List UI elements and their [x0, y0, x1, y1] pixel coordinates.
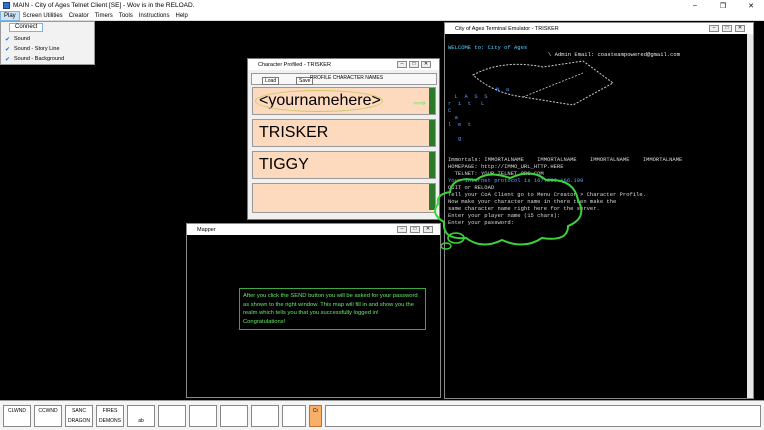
menu-instructions[interactable]: Instructions	[136, 11, 173, 21]
macro-button-10[interactable]	[282, 405, 306, 427]
close-icon[interactable]: ✕	[421, 61, 431, 68]
immortals-line: Immortals: IMMORTALNAME IMMORTALNAME IMM…	[448, 156, 682, 163]
slot-name: TIGGY	[259, 156, 309, 174]
macro-button-1[interactable]: CLWND	[3, 405, 31, 427]
thought-cloud	[428, 170, 590, 252]
sound-story-menu-item[interactable]: ✔ Sound - Story Line	[1, 44, 95, 54]
close-button[interactable]: ✕	[738, 0, 764, 11]
play-dropdown: Connect ✔ Sound ✔ Sound - Story Line ✔ S…	[0, 21, 95, 65]
character-slot-3[interactable]: TIGGY	[252, 151, 436, 179]
menu-play[interactable]: Play	[0, 11, 20, 21]
macro-button-6[interactable]	[158, 405, 186, 427]
welcome-line: WELCOME to: City of Ages	[448, 44, 527, 51]
close-icon[interactable]: ✕	[423, 226, 433, 233]
macro-button-2[interactable]: CCWND	[34, 405, 62, 427]
character-toolstrip: Load Save PROFILE CHARACTER NAMES	[251, 73, 437, 85]
macro-button-9[interactable]	[251, 405, 279, 427]
macro-button-3[interactable]: SANC DRAGON	[65, 405, 93, 427]
mapper-note: After you click the SEND button you will…	[239, 288, 426, 330]
command-input[interactable]	[325, 405, 761, 427]
maximize-icon[interactable]: □	[410, 226, 420, 233]
close-icon[interactable]: ✕	[735, 25, 745, 32]
macro-top-label: SANC	[72, 408, 86, 414]
arrow-right-icon: ⟹	[413, 98, 426, 109]
menu-tools[interactable]: Tools	[116, 11, 136, 21]
maximize-icon[interactable]: □	[722, 25, 732, 32]
macro-button-5[interactable]: ab	[127, 405, 155, 427]
minimize-icon[interactable]: –	[709, 25, 719, 32]
macro-top-label: Cr	[313, 408, 318, 414]
macro-button-4[interactable]: FIRES DEMONS	[96, 405, 124, 427]
maximize-icon[interactable]: □	[409, 61, 419, 68]
terminal-window-titlebar: City of Ages Terminal Emulator - TRISKER…	[445, 23, 753, 34]
admin-line: \ Admin Email: coasteampowered@gmail.com	[448, 51, 680, 58]
macro-bottom-label: DEMONS	[99, 418, 121, 424]
minimize-icon[interactable]: –	[397, 226, 407, 233]
menu-help[interactable]: Help	[173, 11, 191, 21]
macro-top-label: CLWND	[8, 408, 26, 414]
macro-button-8[interactable]	[220, 405, 248, 427]
macro-top-label: FIRES	[103, 408, 118, 414]
sound-label: Sound	[14, 36, 30, 42]
ascii-letters: N a L A S S r i t L C a l e t g	[448, 86, 509, 142]
app-icon	[3, 2, 10, 9]
checkmark-icon: ✔	[1, 56, 14, 63]
sound-menu-item[interactable]: ✔ Sound	[1, 34, 95, 44]
character-slot-4[interactable]	[252, 183, 436, 213]
profile-names-label: PROFILE CHARACTER NAMES	[310, 75, 383, 81]
character-slot-1[interactable]: <yournamehere> ⟹	[252, 87, 436, 115]
slot-name: TRISKER	[259, 124, 328, 142]
macro-button-cr[interactable]: Cr	[309, 405, 322, 427]
slot-scroll[interactable]	[429, 88, 435, 114]
load-button[interactable]: Load	[262, 77, 279, 85]
character-window-title: Character Profiled - TRISKER	[258, 62, 331, 68]
minimize-icon[interactable]: –	[397, 61, 407, 68]
checkmark-icon: ✔	[1, 46, 14, 53]
macro-button-7[interactable]	[189, 405, 217, 427]
terminal-scrollbar[interactable]	[747, 34, 753, 398]
macro-top-label: CCWND	[38, 408, 57, 414]
character-profile-window: Character Profiled - TRISKER – □ ✕ Load …	[247, 58, 440, 220]
connect-menu-item[interactable]: Connect	[9, 23, 43, 32]
minimize-button[interactable]: –	[682, 0, 708, 11]
app-titlebar: MAIN - City of Ages Telnet Client [SE] -…	[0, 0, 764, 11]
menu-timers[interactable]: Timers	[92, 11, 116, 21]
macro-bottom-label: ab	[138, 418, 144, 424]
mapper-window: Mapper – □ ✕ After you click the SEND bu…	[186, 223, 441, 398]
macro-bar: CLWND CCWND SANC DRAGON FIRES DEMONS ab Cr	[0, 400, 764, 430]
sound-story-label: Sound - Story Line	[14, 46, 60, 52]
character-window-titlebar: Character Profiled - TRISKER – □ ✕	[248, 59, 439, 70]
maximize-button[interactable]: ❐	[710, 0, 736, 11]
macro-bottom-label: DRAGON	[68, 418, 90, 424]
sound-background-menu-item[interactable]: ✔ Sound - Background	[1, 54, 95, 64]
menu-screen-utilities[interactable]: Screen Utilities	[20, 11, 66, 21]
character-slot-2[interactable]: TRISKER	[252, 119, 436, 147]
menubar: Play Screen Utilities Creator Timers Too…	[0, 11, 764, 21]
mapper-window-title: Mapper	[197, 227, 216, 233]
sound-background-label: Sound - Background	[14, 56, 64, 62]
slot-scroll[interactable]	[429, 120, 435, 146]
highlight-bubble	[255, 90, 383, 112]
terminal-window-title: City of Ages Terminal Emulator - TRISKER	[455, 26, 559, 32]
menu-creator[interactable]: Creator	[66, 11, 92, 21]
app-title: MAIN - City of Ages Telnet Client [SE] -…	[13, 2, 194, 9]
mapper-window-titlebar: Mapper – □ ✕	[187, 224, 440, 235]
homepage-line: HOMEPAGE: http://IMMO_URL_HTTP.HERE	[448, 163, 564, 170]
checkmark-icon: ✔	[1, 36, 14, 43]
